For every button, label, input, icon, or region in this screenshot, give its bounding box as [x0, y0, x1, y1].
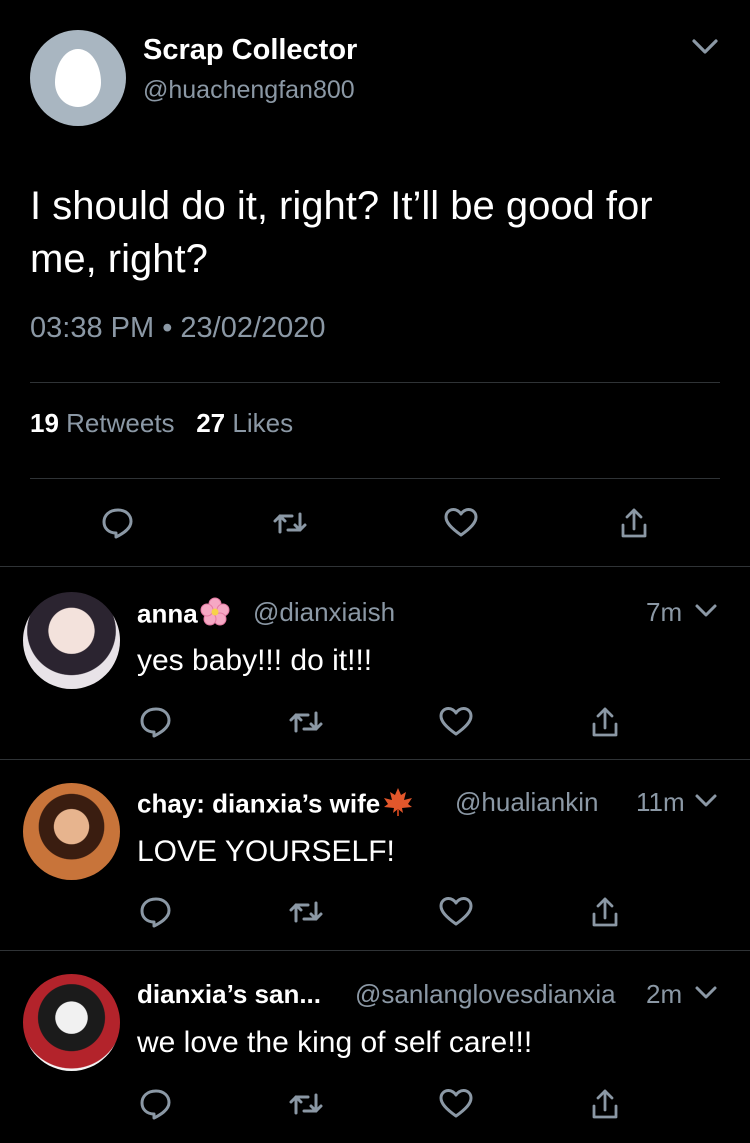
author-name[interactable]: Scrap Collector: [143, 34, 357, 67]
chevron-down-icon[interactable]: [692, 597, 720, 625]
heart-icon: [444, 508, 478, 537]
reply-icon: [140, 707, 171, 738]
maple-leaf-icon: [382, 787, 414, 824]
retweets-stat[interactable]: 19 Retweets: [30, 408, 175, 438]
reply-icon: [140, 1089, 171, 1120]
share-icon: [592, 897, 618, 927]
divider: [0, 950, 750, 951]
tweet-timestamp: 03:38 PM • 23/02/2020: [30, 312, 326, 345]
chevron-down-icon[interactable]: [692, 979, 720, 1007]
reply-author-handle[interactable]: @hualiankin: [455, 787, 598, 818]
reply-author-name-text: chay: dianxia’s wife: [137, 788, 381, 819]
like-count: 27: [196, 408, 226, 438]
likes-stat[interactable]: 27 Likes: [196, 408, 293, 438]
tweet-time: 03:38 PM: [30, 312, 155, 344]
likes-label: Likes: [232, 408, 294, 438]
author-avatar[interactable]: [30, 30, 126, 126]
reply-button[interactable]: [100, 505, 136, 541]
heart-icon: [439, 1089, 473, 1118]
default-egg-avatar-icon: [55, 49, 101, 107]
tweet-date: 23/02/2020: [180, 312, 326, 344]
reply-text: yes baby!!! do it!!!: [137, 644, 373, 677]
heart-icon: [439, 897, 473, 926]
share-button[interactable]: [587, 894, 623, 930]
like-button[interactable]: [438, 704, 474, 740]
retweet-icon: [273, 512, 307, 534]
reply-author-name[interactable]: chay: dianxia’s wife: [137, 787, 414, 824]
meta-separator: •: [162, 312, 173, 344]
reply-time: 11m: [636, 787, 685, 817]
like-button[interactable]: [438, 894, 474, 930]
retweet-icon: [289, 1093, 323, 1115]
share-button[interactable]: [616, 505, 652, 541]
retweet-icon: [289, 901, 323, 923]
reply-author-name[interactable]: dianxia’s san...: [137, 979, 321, 1010]
reply-avatar[interactable]: [23, 974, 120, 1071]
reply-text: we love the king of self care!!!: [137, 1026, 533, 1059]
share-icon: [621, 508, 647, 538]
divider: [30, 382, 720, 383]
tweet-stats: 19 Retweets 27 Likes: [30, 408, 293, 439]
reply-avatar[interactable]: [23, 783, 120, 880]
author-handle[interactable]: @huachengfan800: [143, 76, 355, 105]
retweet-button[interactable]: [288, 704, 324, 740]
reply-author-handle[interactable]: @sanlanglovesdianxia: [355, 979, 616, 1010]
retweet-button[interactable]: [288, 1086, 324, 1122]
retweets-label: Retweets: [66, 408, 175, 438]
reply-text: LOVE YOURSELF!: [137, 835, 395, 868]
divider: [0, 759, 750, 760]
reply-author-name-text: dianxia’s san...: [137, 979, 322, 1009]
retweet-button[interactable]: [288, 894, 324, 930]
like-button[interactable]: [443, 505, 479, 541]
heart-icon: [439, 707, 473, 736]
reply-author-name[interactable]: anna: [137, 597, 230, 634]
reply-time: 2m: [646, 979, 683, 1009]
share-button[interactable]: [587, 1086, 623, 1122]
tweet-text: I should do it, right? It’ll be good for…: [30, 184, 653, 281]
cherry-blossom-icon: [200, 597, 230, 634]
reply-author-name-text: anna: [137, 598, 198, 629]
chevron-down-icon[interactable]: [692, 787, 720, 815]
share-button[interactable]: [587, 704, 623, 740]
chevron-down-icon[interactable]: [688, 30, 722, 64]
divider: [30, 478, 720, 479]
divider: [0, 566, 750, 567]
reply-button[interactable]: [138, 894, 174, 930]
reply-author-handle[interactable]: @dianxiaish: [253, 597, 395, 628]
retweet-button[interactable]: [272, 505, 308, 541]
reply-button[interactable]: [138, 1086, 174, 1122]
reply-time: 7m: [646, 597, 683, 627]
share-icon: [592, 707, 618, 737]
reply-avatar[interactable]: [23, 592, 120, 689]
like-button[interactable]: [438, 1086, 474, 1122]
share-icon: [592, 1089, 618, 1119]
reply-icon: [102, 508, 133, 539]
retweet-icon: [289, 711, 323, 733]
reply-button[interactable]: [138, 704, 174, 740]
reply-icon: [140, 897, 171, 928]
retweet-count: 19: [30, 408, 59, 438]
